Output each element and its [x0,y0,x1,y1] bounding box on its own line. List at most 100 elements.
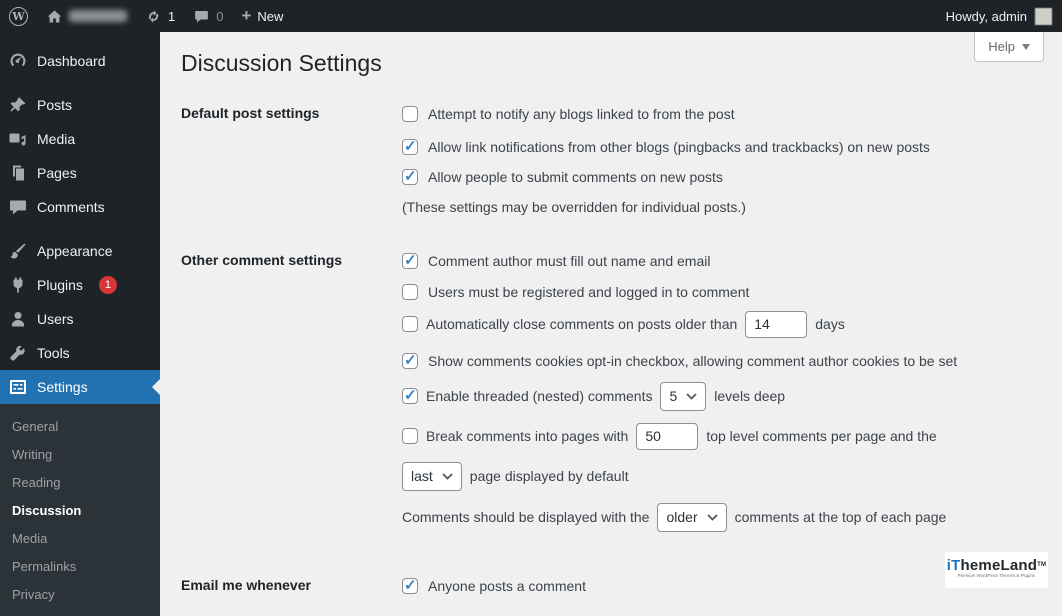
sidebar-item-label: Appearance [37,243,113,259]
active-menu-arrow [152,379,160,395]
comments-per-page-input[interactable] [636,422,699,450]
plus-icon: + [241,5,252,25]
tools-icon [10,345,25,361]
dashboard-icon [10,53,26,67]
plugins-update-badge: 1 [98,276,117,294]
setting-label-suffix: top level comments per page and the [706,428,937,444]
submenu-item-general[interactable]: General [0,412,160,440]
setting-comment-order: Comments should be displayed with the ol… [402,502,1042,532]
brand-trademark: TM [1037,562,1047,568]
sidebar-item-appearance[interactable]: Appearance [0,234,160,268]
setting-break-comments: Break comments into pages with top level… [402,421,1042,451]
sidebar-item-settings[interactable]: Settings [0,370,160,404]
new-content-button[interactable]: + New [232,0,292,32]
admin-sidebar: Dashboard Posts Media Pages Comments App… [0,32,160,616]
section-other-comment-settings: Other comment settings Comment author mu… [181,251,1042,576]
avatar[interactable] [1035,7,1052,25]
wordpress-menu-button[interactable]: W [0,0,37,32]
updates-count: 1 [168,8,176,24]
setting-allow-comments: Allow people to submit comments on new p… [402,167,1042,187]
setting-label: Break comments into pages with [426,428,629,444]
chevron-down-icon [686,392,697,400]
comments-icon [10,200,26,215]
sidebar-item-dashboard[interactable]: Dashboard [0,44,160,78]
submenu-item-permalinks[interactable]: Permalinks [0,552,160,580]
updates-button[interactable]: 1 [136,0,184,32]
selected-value: older [666,509,698,525]
selected-value: 5 [669,388,678,404]
checkbox-anyone-posts-comment[interactable] [402,576,418,594]
updates-icon [148,9,159,23]
submenu-item-discussion[interactable]: Discussion [0,496,160,524]
checkbox-cookies-optin[interactable] [402,351,418,369]
submenu-item-writing[interactable]: Writing [0,440,160,468]
wordpress-logo-icon: W [9,6,28,26]
themeland-logo: iThemeLandTM Premium WordPress Themes & … [945,552,1048,588]
note-text: (These settings may be overridden for in… [402,199,746,215]
setting-label: Allow people to submit comments on new p… [428,169,723,185]
setting-default-page: last page displayed by default [402,461,1042,491]
setting-label-suffix: comments at the top of each page [734,509,947,525]
howdy-account-link[interactable]: Howdy, admin [946,9,1027,24]
setting-label: Comments should be displayed with the [402,509,650,525]
checkbox-author-must-fill[interactable] [402,251,418,269]
submenu-item-media[interactable]: Media [0,524,160,552]
selected-value: last [411,468,433,484]
setting-threaded-comments: Enable threaded (nested) comments 5 leve… [402,381,1042,411]
sidebar-item-label: Settings [37,379,88,395]
pages-icon [13,165,24,181]
menu-separator [0,78,160,88]
settings-submenu: General Writing Reading Discussion Media… [0,404,160,616]
sidebar-item-posts[interactable]: Posts [0,88,160,122]
comments-moderation-button[interactable]: 0 [184,0,232,32]
setting-label: Show comments cookies opt-in checkbox, a… [428,353,958,369]
chevron-down-icon [1022,44,1030,54]
checkbox-notify-blogs[interactable] [402,106,418,122]
setting-label: Attempt to notify any blogs linked to fr… [428,106,735,122]
checkbox-allow-comments[interactable] [402,167,418,185]
setting-label: Allow link notifications from other blog… [428,139,930,155]
sidebar-item-pages[interactable]: Pages [0,156,160,190]
site-name-redacted [69,10,127,22]
setting-label-suffix: page displayed by default [469,468,629,484]
submenu-item-privacy[interactable]: Privacy [0,580,160,608]
help-button[interactable]: Help [974,32,1044,62]
menu-separator [0,224,160,234]
section-label: Default post settings [181,105,320,121]
sidebar-item-label: Dashboard [37,53,106,69]
sidebar-item-label: Comments [37,199,105,215]
setting-label-suffix: days [815,316,845,332]
sidebar-item-tools[interactable]: Tools [0,336,160,370]
page-title: Discussion Settings [181,50,382,76]
sidebar-item-label: Pages [37,165,77,181]
checkbox-threaded-comments[interactable] [402,386,418,404]
section-label: Other comment settings [181,252,343,268]
sidebar-item-media[interactable]: Media [0,122,160,156]
checkbox-break-comments[interactable] [402,428,418,444]
section-default-post-settings: Default post settings Attempt to notify … [181,104,1042,251]
close-comments-days-input[interactable] [745,310,808,338]
chevron-down-icon [442,472,453,480]
submenu-item-reading[interactable]: Reading [0,468,160,496]
comments-count: 0 [216,8,224,24]
setting-label: Users must be registered and logged in t… [428,284,750,300]
checkbox-users-registered[interactable] [402,284,418,300]
main-content: Discussion Settings Default post setting… [160,32,1062,603]
sidebar-item-plugins[interactable]: Plugins 1 [0,268,160,302]
sidebar-item-comments[interactable]: Comments [0,190,160,224]
new-label: New [257,8,284,24]
help-label: Help [988,39,1015,54]
brand-prefix: iT [946,557,961,574]
sidebar-item-users[interactable]: Users [0,302,160,336]
comment-order-select[interactable]: older [657,502,727,532]
site-link[interactable] [37,0,136,32]
default-comments-page-select[interactable]: last [402,461,462,491]
section-email-me-whenever: Email me whenever Anyone posts a comment [181,576,1042,596]
brand-rest: hemeLand [960,557,1038,574]
checkbox-allow-pingbacks[interactable] [402,137,418,155]
sidebar-item-label: Users [37,311,74,327]
thread-depth-select[interactable]: 5 [660,381,707,411]
themeland-tagline: Premium WordPress Themes & Plugins [957,573,1036,578]
admin-bar: W 1 0 + New Howdy, admin [0,0,1062,32]
checkbox-auto-close[interactable] [402,316,418,332]
